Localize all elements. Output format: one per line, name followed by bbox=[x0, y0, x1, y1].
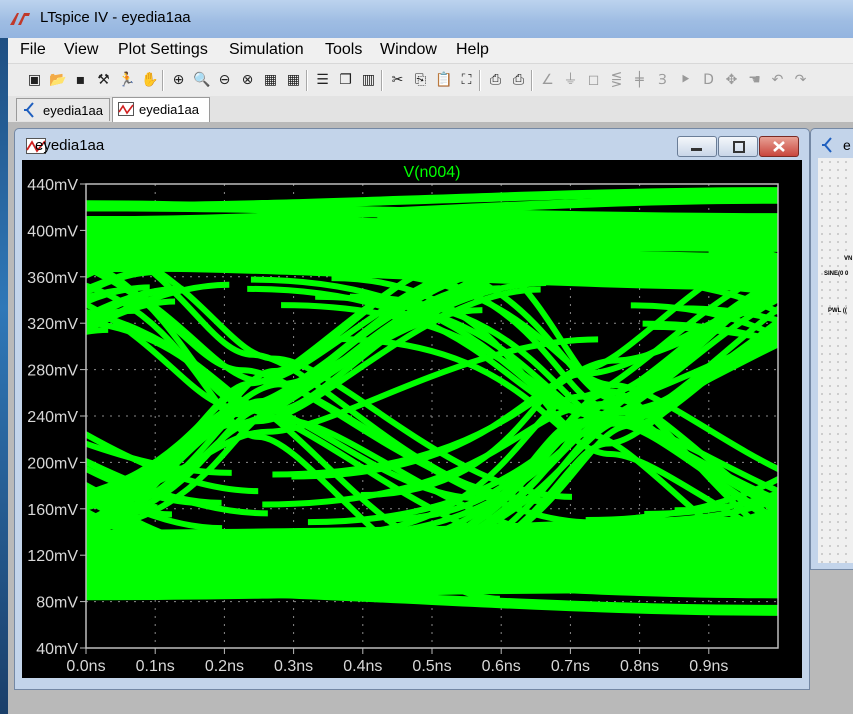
restore-button[interactable] bbox=[718, 136, 758, 157]
close-icon bbox=[773, 141, 785, 152]
grid-icon[interactable]: ▦ bbox=[285, 72, 302, 89]
title-bar: LTspice IV - eyedia1aa bbox=[0, 0, 853, 38]
tile-horizontal-icon[interactable]: ☰ bbox=[314, 72, 331, 89]
wire-icon[interactable]: ∠ bbox=[539, 72, 556, 89]
toolbar-separator bbox=[381, 70, 383, 91]
waveform-icon bbox=[118, 102, 134, 116]
trace-label: V(n004) bbox=[404, 164, 461, 181]
cascade-icon[interactable]: ❐ bbox=[337, 72, 354, 89]
menu-window[interactable]: Window bbox=[380, 41, 437, 59]
y-tick-label: 200mV bbox=[27, 455, 78, 472]
x-tick-label: 0.8ns bbox=[620, 658, 659, 675]
y-tick-label: 240mV bbox=[27, 409, 78, 426]
move-icon[interactable]: ✥ bbox=[723, 72, 740, 89]
inductor-icon[interactable]: Ɜ bbox=[654, 72, 671, 89]
x-tick-label: 0.4ns bbox=[343, 658, 382, 675]
print-icon[interactable]: ⎙ bbox=[510, 72, 527, 89]
trace-segment bbox=[86, 560, 778, 571]
waveform-plot: 0.0ns 0.1ns 0.2ns 0.3ns 0.4ns 0.5ns 0.6ns 0.7ns… bbox=[27, 164, 779, 675]
toolbar-separator bbox=[162, 70, 164, 91]
paste-icon[interactable]: 📋 bbox=[435, 72, 452, 89]
tab-schematic[interactable]: eyedia1aa bbox=[16, 98, 110, 121]
x-tick-label: 0.7ns bbox=[551, 658, 590, 675]
halt-icon[interactable]: ✋ bbox=[141, 72, 158, 89]
tab-label: eyedia1aa bbox=[139, 102, 199, 117]
print-preview-icon[interactable]: ⎙ bbox=[487, 72, 504, 89]
component-icon[interactable]: D bbox=[700, 72, 717, 89]
tab-label: eyedia1aa bbox=[43, 103, 103, 118]
zoom-cancel-icon[interactable]: ⊗ bbox=[239, 72, 256, 89]
toolbar-separator bbox=[479, 70, 481, 91]
window-title: LTspice IV - eyedia1aa bbox=[40, 9, 191, 26]
run-icon[interactable]: 🏃 bbox=[118, 72, 135, 89]
schematic-window-title: e bbox=[843, 137, 851, 153]
schematic-text: SINE(0 0 bbox=[824, 271, 849, 277]
desktop-edge bbox=[0, 38, 8, 714]
save-icon[interactable]: ▪ bbox=[72, 72, 89, 89]
document-tab-bar: eyedia1aa eyedia1aa bbox=[8, 96, 853, 123]
minimize-button[interactable] bbox=[677, 136, 717, 157]
menu-file[interactable]: File bbox=[20, 41, 46, 59]
control-panel-icon[interactable]: ⚒ bbox=[95, 72, 112, 89]
schematic-canvas[interactable]: VN SINE(0 0 PWL (( bbox=[818, 158, 853, 563]
y-tick-label: 400mV bbox=[27, 223, 78, 240]
cut-icon[interactable]: ✂ bbox=[389, 72, 406, 89]
plot-canvas[interactable]: 0.0ns 0.1ns 0.2ns 0.3ns 0.4ns 0.5ns 0.6ns 0.7ns… bbox=[22, 160, 802, 678]
x-tick-label: 0.5ns bbox=[412, 658, 451, 675]
menu-tools[interactable]: Tools bbox=[325, 41, 362, 59]
trace-segment bbox=[86, 554, 778, 566]
menu-help[interactable]: Help bbox=[456, 41, 489, 59]
y-tick-label: 160mV bbox=[27, 502, 78, 519]
drag-icon[interactable]: ☚ bbox=[746, 72, 763, 89]
label-icon[interactable]: ◻ bbox=[585, 72, 602, 89]
restore-icon bbox=[733, 141, 745, 153]
menu-simulation[interactable]: Simulation bbox=[229, 41, 304, 59]
autorange-icon[interactable]: ▦ bbox=[262, 72, 279, 89]
y-tick-label: 80mV bbox=[36, 595, 78, 612]
minimize-icon bbox=[691, 148, 702, 151]
capacitor-icon[interactable]: ╪ bbox=[631, 72, 648, 89]
zoom-area-icon[interactable]: 🔍 bbox=[193, 72, 210, 89]
ground-icon[interactable]: ⏚ bbox=[562, 72, 579, 89]
zoom-out-icon[interactable]: ⊖ bbox=[216, 72, 233, 89]
resistor-icon[interactable]: ⋚ bbox=[608, 72, 625, 89]
x-tick-label: 0.6ns bbox=[482, 658, 521, 675]
copy-icon[interactable]: ⎘ bbox=[412, 72, 429, 89]
menu-view[interactable]: View bbox=[64, 41, 98, 59]
menu-plot-settings[interactable]: Plot Settings bbox=[118, 41, 208, 59]
diode-icon[interactable]: ⯈ bbox=[677, 72, 694, 89]
eye-diagram-trace bbox=[86, 187, 778, 616]
y-tick-label: 120mV bbox=[27, 548, 78, 565]
toolbar: ▣ 📂 ▪ ⚒ 🏃 ✋ ⊕ 🔍 ⊖ ⊗ ▦ ▦ ☰ ❐ ▥ ✂ ⎘ 📋 ⛶ ⎙ ⎙ ∠ ⏚ ◻ ⋚ ╪ Ɜ ⯈ D ✥ ☚ ↶ ↷ bbox=[8, 63, 853, 97]
schematic-icon bbox=[822, 137, 832, 153]
menu-bar: File View Plot Settings Simulation Tools… bbox=[8, 38, 853, 63]
x-tick-label: 0.1ns bbox=[136, 658, 175, 675]
redo-icon[interactable]: ↷ bbox=[792, 72, 809, 89]
toolbar-separator bbox=[306, 70, 308, 91]
y-tick-label: 360mV bbox=[27, 270, 78, 287]
tab-waveform[interactable]: eyedia1aa bbox=[112, 97, 210, 122]
plot-window-title: eyedia1aa bbox=[35, 137, 105, 154]
y-tick-label: 440mV bbox=[27, 177, 78, 194]
new-schematic-icon[interactable]: ▣ bbox=[26, 72, 43, 89]
y-tick-label: 280mV bbox=[27, 363, 78, 380]
y-tick-label: 40mV bbox=[36, 641, 78, 658]
y-tick-label: 320mV bbox=[27, 316, 78, 333]
schematic-text: PWL (( bbox=[828, 308, 847, 314]
undo-icon[interactable]: ↶ bbox=[769, 72, 786, 89]
schematic-text: VN bbox=[844, 256, 853, 262]
close-button[interactable] bbox=[759, 136, 799, 157]
schematic-icon bbox=[24, 102, 34, 118]
x-tick-label: 0.0ns bbox=[66, 658, 105, 675]
x-tick-label: 0.3ns bbox=[274, 658, 313, 675]
x-tick-label: 0.9ns bbox=[689, 658, 728, 675]
find-icon[interactable]: ⛶ bbox=[458, 72, 475, 89]
zoom-in-icon[interactable]: ⊕ bbox=[170, 72, 187, 89]
tile-vertical-icon[interactable]: ▥ bbox=[360, 72, 377, 89]
x-tick-label: 0.2ns bbox=[205, 658, 244, 675]
ltspice-logo-icon bbox=[10, 13, 30, 25]
toolbar-separator bbox=[531, 70, 533, 91]
open-icon[interactable]: 📂 bbox=[49, 72, 66, 89]
